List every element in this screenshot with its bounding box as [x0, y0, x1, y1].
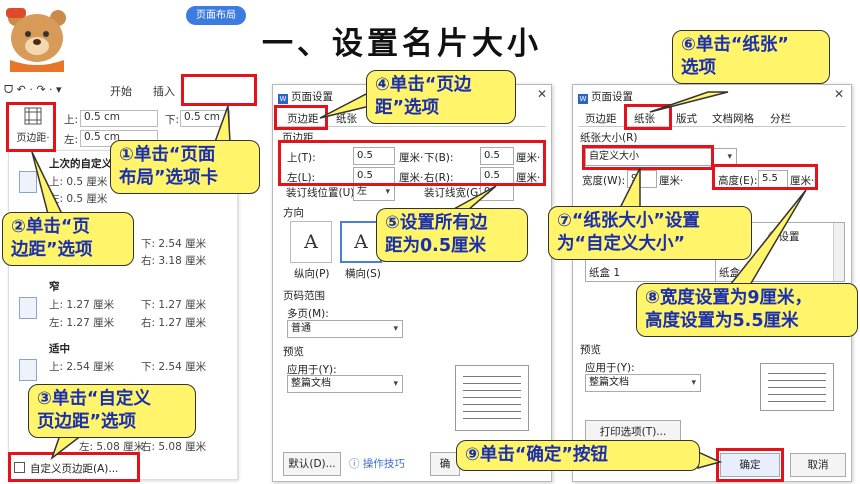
narrow-name[interactable]: 窄: [49, 279, 60, 294]
callout-step-1: ①单击“页面 布局”选项卡: [110, 140, 260, 194]
d1-apply-to-select[interactable]: 整篇文档: [287, 375, 403, 393]
callout-step-6: ⑥单击“纸张” 选项: [672, 30, 830, 84]
d1-page-range-section: 页码范围: [283, 290, 325, 302]
last-custom-thumb-icon: [19, 171, 37, 193]
dialog2-tab-layout[interactable]: 版式: [676, 111, 697, 126]
callout-step-3: ③单击“自定义 页边距”选项: [28, 384, 196, 438]
highlight-paper-tab: [624, 104, 672, 130]
dialog2-tab-divider: [578, 126, 846, 127]
d2-paper-size-section: 纸张大小(R): [580, 132, 638, 144]
d2-apply-to-label: 应用于(Y):: [585, 362, 635, 374]
narrow-top: 上: 1.27 厘米: [49, 299, 115, 311]
callout-step-5: ⑤设置所有边 距为0.5厘米: [376, 208, 528, 262]
d2-settings-fragment: ⓘ设置: [768, 231, 800, 243]
dialog2-title: W 页面设置: [578, 91, 633, 104]
wps-writer-icon-2: W: [578, 94, 588, 104]
bear-mascot-icon: [6, 8, 66, 72]
dialog2-tab-margins[interactable]: 页边距: [585, 111, 617, 126]
highlight-paper-size: [582, 145, 714, 170]
play-icon: ⓘ: [349, 458, 363, 470]
highlight-page-layout-tab: [181, 74, 257, 106]
highlight-margins-tab: [274, 105, 328, 130]
last-custom-name[interactable]: 上次的自定义: [49, 156, 112, 171]
normal-right: 右: 3.18 厘米: [141, 255, 207, 267]
moderate-top: 上: 2.54 厘米: [49, 361, 115, 373]
dialog1-title: W 页面设置: [278, 91, 333, 104]
callout-step-9: ⑨单击“确定”按钮: [456, 440, 700, 471]
d1-gutter-width-label: 装订线宽(G):: [424, 187, 486, 199]
moderate-thumb-icon: [19, 359, 37, 381]
portrait-icon[interactable]: A: [290, 221, 332, 263]
d2-other-pages-value[interactable]: 纸盒 1: [719, 265, 750, 280]
moderate-bottom: 下: 2.54 厘米: [141, 361, 207, 373]
d1-multi-pages-label: 多页(M):: [287, 308, 329, 320]
dialog1-close-icon[interactable]: ✕: [537, 87, 547, 101]
d2-width-input[interactable]: 9: [627, 170, 657, 188]
quick-access-toolbar[interactable]: ᗜ ↶ · ↷ · ▾: [4, 83, 62, 97]
tab-insert[interactable]: 插入: [153, 83, 175, 99]
d1-preview-page: [455, 365, 529, 431]
last-custom-left: 左: 0.5 厘米: [49, 193, 108, 205]
d2-preview-section: 预览: [580, 344, 601, 356]
callout-step-2: ②单击“页 边距”选项: [2, 212, 134, 266]
ribbon-bottom-input[interactable]: 0.5 cm: [180, 110, 230, 127]
tab-page-layout[interactable]: 页面布局: [186, 6, 246, 25]
d2-first-page-value[interactable]: 纸盒 1: [589, 265, 620, 280]
callout-step-4: ④单击“页边 距”选项: [366, 70, 516, 124]
d1-landscape-label[interactable]: 横向(S): [345, 266, 381, 281]
dialog1-tab-paper[interactable]: 纸张: [336, 111, 357, 126]
slide-title: 一、设置名片大小: [262, 26, 542, 62]
moderate-name[interactable]: 适中: [49, 341, 70, 356]
d1-default-button[interactable]: 默认(D)...: [283, 452, 341, 476]
d2-preview-page: [760, 363, 834, 411]
ribbon-left-label: 左:: [64, 134, 79, 146]
normal-bottom: 下: 2.54 厘米: [141, 238, 207, 250]
highlight-margin-fields: [278, 140, 546, 186]
highlight-custom-margins: [8, 452, 140, 482]
d1-preview-section: 预览: [283, 346, 304, 358]
ribbon-top-label: 上:: [64, 114, 79, 126]
d2-width-unit[interactable]: 厘米·: [659, 173, 683, 188]
highlight-ok-button: [716, 448, 784, 482]
wide-right: 右: 5.08 厘米: [141, 441, 207, 453]
d2-cancel-button[interactable]: 取消: [790, 453, 846, 477]
d2-list-scrollbar[interactable]: [833, 223, 844, 281]
d2-width-label: 宽度(W):: [582, 175, 626, 187]
highlight-size-fields: [712, 164, 818, 190]
wps-writer-icon: W: [278, 94, 288, 104]
dialog2-tab-doc-grid[interactable]: 文档网格: [712, 111, 754, 126]
narrow-right: 右: 1.27 厘米: [141, 317, 207, 329]
dialog2-close-icon[interactable]: ✕: [834, 87, 844, 101]
d2-apply-to-select[interactable]: 整篇文档: [585, 374, 701, 392]
d1-multi-pages-select[interactable]: 普通: [287, 320, 403, 338]
ribbon-top-input[interactable]: 0.5 cm: [80, 110, 158, 127]
highlight-margins-button: [6, 102, 56, 152]
narrow-bottom: 下: 1.27 厘米: [141, 299, 207, 311]
narrow-left: 左: 1.27 厘米: [49, 317, 115, 329]
last-custom-top: 上: 0.5 厘米: [49, 176, 108, 188]
d1-gutter-pos-label: 装订线位置(U):: [286, 187, 358, 199]
ribbon-bottom-label: 下:: [165, 114, 180, 126]
tab-home[interactable]: 开始: [110, 83, 132, 99]
d1-tips-link[interactable]: ⓘ 操作技巧: [349, 456, 405, 471]
d1-orientation-section: 方向: [283, 207, 304, 219]
callout-step-8: ⑧宽度设置为9厘米， 高度设置为5.5厘米: [636, 283, 858, 337]
callout-step-7: ⑦“纸张大小”设置 为“自定义大小”: [548, 206, 752, 260]
dialog2-tab-columns[interactable]: 分栏: [770, 111, 791, 126]
d1-portrait-label[interactable]: 纵向(P): [294, 266, 330, 281]
narrow-thumb-icon: [19, 297, 37, 319]
